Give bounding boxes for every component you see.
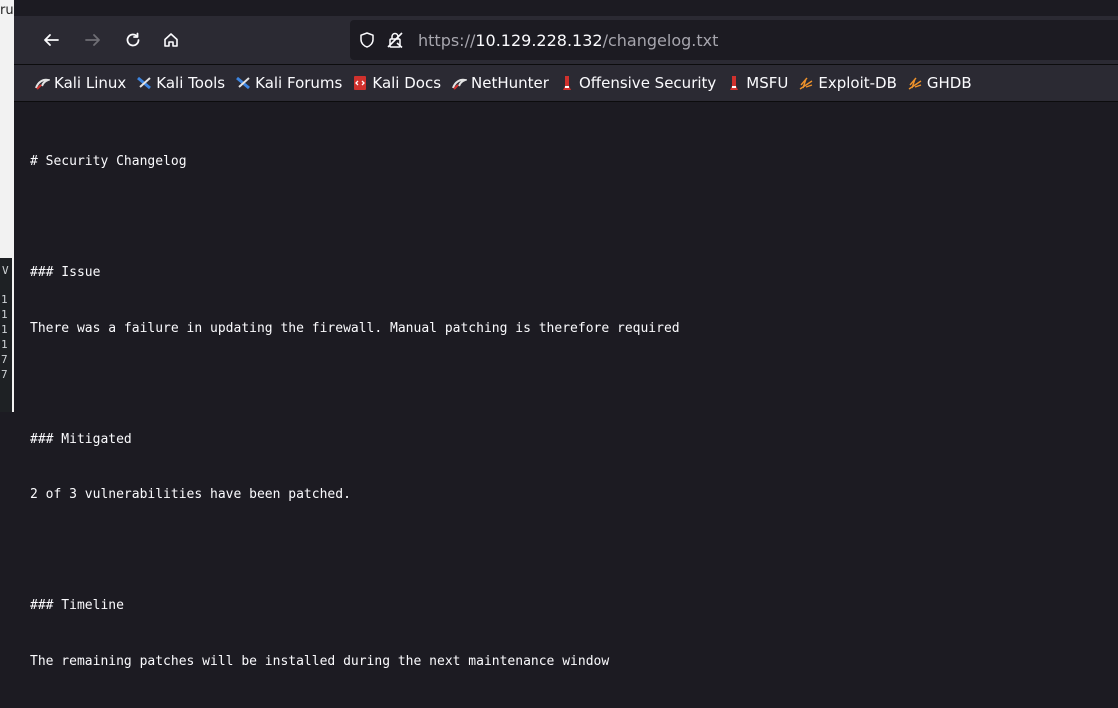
doc-line (30, 209, 680, 228)
offsec-icon (726, 75, 742, 91)
doc-line: ### Timeline (30, 598, 124, 613)
forward-button[interactable] (78, 26, 108, 54)
back-button[interactable] (36, 26, 66, 54)
insecure-lock-icon[interactable] (384, 29, 406, 51)
kali-docs-icon (352, 75, 368, 91)
bookmark-kali-docs[interactable]: Kali Docs (352, 74, 441, 92)
doc-line: The remaining patches will be installed … (30, 653, 610, 669)
doc-line (30, 375, 680, 394)
bookmark-label: Exploit-DB (818, 74, 897, 92)
bookmark-kali-linux[interactable]: Kali Linux (34, 74, 126, 92)
tracking-protection-shield-icon[interactable] (356, 29, 378, 51)
doc-line: There was a failure in updating the fire… (30, 320, 680, 336)
bookmark-label: MSFU (746, 74, 789, 92)
terminal-line: 1 (1, 338, 8, 351)
browser-window: https://10.129.228.132/changelog.txt Kal… (14, 0, 1118, 669)
url-bar[interactable]: https://10.129.228.132/changelog.txt (350, 20, 1118, 60)
kali-forums-icon (235, 75, 251, 91)
page-content: # Security Changelog ### Issue There was… (14, 102, 1118, 669)
arrow-right-icon (85, 34, 100, 46)
terminal-line: 1 (1, 293, 8, 306)
tab-strip (14, 0, 1118, 16)
terminal-line: 1 (1, 323, 8, 336)
url-host: 10.129.228.132 (475, 30, 603, 50)
reload-button[interactable] (118, 26, 148, 54)
bookmark-label: GHDB (926, 74, 972, 92)
reload-icon (126, 32, 140, 47)
bookmark-offensive-security[interactable]: Offensive Security (559, 74, 716, 92)
navigation-toolbar: https://10.129.228.132/changelog.txt (14, 16, 1118, 65)
bookmarks-toolbar: Kali Linux Kali Tools Kali Forums Kali D… (14, 65, 1118, 102)
nethunter-icon (451, 75, 468, 91)
bookmark-label: Kali Tools (156, 74, 226, 92)
doc-line: 2 of 3 vulnerabilities have been patched… (30, 487, 351, 502)
background-window: ru V 1 1 1 1 7 7 (0, 0, 14, 412)
background-window-title: ru (0, 3, 14, 18)
bookmark-ghdb[interactable]: GHDB (907, 74, 972, 92)
arrow-left-icon (44, 34, 59, 46)
bookmark-label: Kali Linux (54, 74, 127, 92)
bookmark-label: Kali Docs (372, 74, 442, 92)
terminal-line: 1 (1, 308, 8, 321)
kali-tools-icon (136, 75, 152, 91)
home-button[interactable] (156, 26, 186, 54)
url-scheme: https:// (418, 30, 476, 50)
bookmark-exploit-db[interactable]: Exploit-DB (798, 74, 897, 92)
changelog-text: # Security Changelog ### Issue There was… (30, 116, 680, 708)
doc-line: # Security Changelog (30, 154, 187, 169)
exploit-db-icon (798, 75, 814, 91)
bookmark-nethunter[interactable]: NetHunter (451, 74, 549, 92)
bookmark-kali-forums[interactable]: Kali Forums (235, 74, 342, 92)
background-terminal: V 1 1 1 1 7 7 (0, 258, 12, 412)
bookmark-label: Offensive Security (578, 74, 717, 92)
exploit-db-icon (907, 75, 923, 91)
terminal-line: 7 (1, 368, 8, 381)
home-icon (164, 33, 178, 47)
url-text[interactable]: https://10.129.228.132/changelog.txt (418, 31, 718, 50)
bookmark-msfu[interactable]: MSFU (726, 74, 788, 92)
kali-dragon-icon (34, 75, 50, 91)
terminal-letter: V (2, 264, 9, 277)
doc-line: ### Mitigated (30, 431, 132, 447)
bookmark-kali-tools[interactable]: Kali Tools (136, 74, 225, 92)
terminal-line: 7 (1, 353, 8, 366)
url-path: /changelog.txt (602, 30, 719, 50)
offsec-icon (559, 75, 575, 91)
bookmark-label: NetHunter (471, 74, 549, 92)
doc-line: ### Issue (30, 265, 101, 280)
doc-line (30, 542, 680, 561)
terminal-lines: 1 1 1 1 7 7 (1, 292, 8, 382)
bookmark-label: Kali Forums (255, 74, 343, 92)
